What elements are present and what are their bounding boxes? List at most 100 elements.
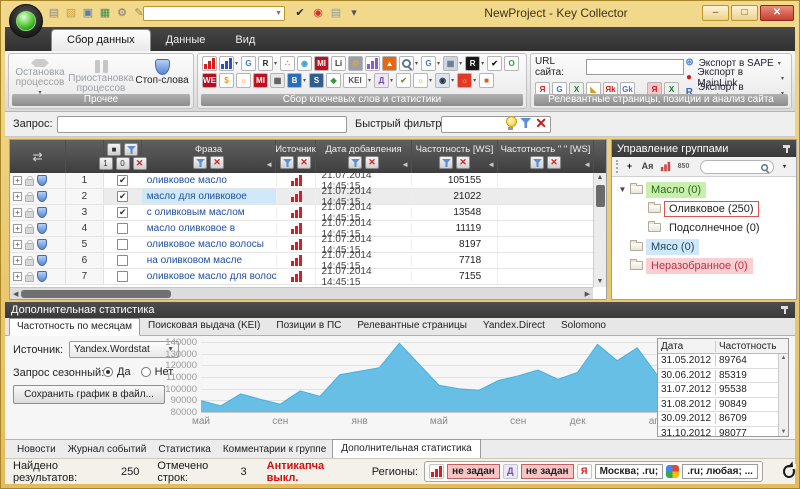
kei-icon[interactable]: KEI [343, 73, 367, 88]
tree-item[interactable]: Неразобранное (0) [612, 256, 796, 275]
rambler-icon[interactable]: R [258, 56, 273, 71]
row-checkbox[interactable] [117, 271, 128, 282]
freq-quoted-filter-clear-icon[interactable]: ✕ [547, 156, 561, 169]
tree-expand-icon[interactable]: ▼ [618, 185, 627, 194]
shield-icon[interactable] [37, 223, 47, 234]
direct-icon[interactable]: Д [374, 73, 389, 88]
notes-icon[interactable]: ▤ [329, 6, 343, 20]
search-icon-caret[interactable]: ▾ [415, 60, 418, 67]
webmaster-icon-caret[interactable]: ▾ [459, 60, 462, 67]
bottom-tabs-tab-3[interactable]: Статистика [152, 442, 217, 458]
quick-command-combo[interactable]: ▼ [143, 6, 285, 21]
stats-tabs-tab-2[interactable]: Поисковая выдача (KEI) [140, 317, 268, 335]
wordstat-depth-bars-icon-caret[interactable]: ▾ [235, 60, 238, 67]
direct-icon-caret[interactable]: ▾ [390, 77, 393, 84]
table-row[interactable]: 31.05.201289764 [658, 354, 788, 369]
region-wordstat-value[interactable]: не задан [447, 464, 500, 479]
more-commands-icon[interactable]: ▾ [347, 6, 361, 20]
table-scrollbar[interactable]: ▲▼ [778, 354, 788, 436]
rambler-dark-icon-caret[interactable]: ▾ [481, 60, 484, 67]
drag-handle[interactable] [616, 160, 619, 173]
pin-icon[interactable] [783, 144, 791, 154]
shield-icon[interactable] [37, 191, 47, 202]
begun-icon[interactable]: B [287, 73, 302, 88]
scroll-right-icon[interactable]: ▶ [585, 290, 590, 298]
add-group-icon[interactable]: + [622, 159, 637, 174]
scroll-down-icon[interactable]: ▼ [597, 277, 604, 287]
dock-column-icon[interactable]: ◄ [583, 160, 591, 169]
save-icon[interactable]: ▣ [81, 6, 95, 20]
hscroll-thumb[interactable] [21, 290, 171, 298]
maximize-button[interactable]: □ [731, 5, 758, 21]
table-row[interactable]: +3✔с оливковым маслом21.07.2014 14:45:15… [10, 205, 593, 221]
settings-gear-icon[interactable]: ⚙ [115, 6, 129, 20]
tree-item[interactable]: Оливковое (250) [612, 199, 796, 218]
stats-tabs-tab-4[interactable]: Релевантные страницы [349, 317, 475, 335]
ribbon-tabs-tab-1[interactable]: Сбор данных [51, 29, 151, 51]
bird-icon[interactable]: ◉ [297, 56, 312, 71]
lock-icon[interactable] [25, 211, 34, 218]
shield-icon[interactable] [37, 255, 47, 266]
seasonal-no-radio[interactable] [141, 367, 151, 377]
leaf-icon[interactable]: ✔ [396, 73, 411, 88]
wordstat-depth-bars-icon[interactable] [219, 56, 234, 71]
save-chart-button[interactable]: Сохранить график в файл... [13, 385, 165, 404]
phrase-cell[interactable]: на оливковом масле [142, 255, 276, 266]
phrase-cell[interactable]: масло оливковое в [142, 223, 276, 234]
fire-icon[interactable]: ☼ [457, 73, 472, 88]
dock-column-icon[interactable]: ◄ [265, 160, 273, 169]
dock-column-icon[interactable]: ◄ [401, 160, 409, 169]
hand-icon[interactable]: ☼ [236, 73, 251, 88]
bottom-tabs-tab-1[interactable]: Новости [11, 442, 62, 458]
phrase-cell[interactable]: оливковое масло [142, 175, 276, 186]
stats-tabs-tab-6[interactable]: Solomono [553, 317, 614, 335]
alarm-icon[interactable]: ◉ [311, 6, 325, 20]
row-checkbox[interactable] [117, 239, 128, 250]
phrase-cell[interactable]: оливковое масло для волос [142, 271, 276, 282]
webeffector-icon[interactable]: WE [202, 73, 217, 88]
table-row[interactable]: 30.06.201285319 [658, 369, 788, 384]
pin-icon[interactable] [781, 305, 789, 315]
stats-tabs-tab-5[interactable]: Yandex.Direct [475, 317, 553, 335]
date-column-header[interactable]: Дата добавления ✕ ◄ [316, 140, 412, 173]
lock-icon[interactable] [25, 275, 34, 282]
new-file-icon[interactable]: ▤ [47, 6, 61, 20]
expand-row-icon[interactable]: + [13, 192, 22, 201]
phrase-filter-clear-icon[interactable]: ✕ [210, 156, 224, 169]
scroll-thumb[interactable] [596, 185, 605, 207]
grid-horizontal-scrollbar[interactable]: ◀ ▶ [10, 287, 593, 299]
lock-icon[interactable] [25, 227, 34, 234]
group-search-input[interactable] [700, 160, 774, 174]
date-filter-icon[interactable] [348, 156, 362, 169]
stop-processes-button[interactable]: Остановка процессов▾ [13, 56, 67, 98]
row-checkbox[interactable]: ✔ [117, 207, 128, 218]
select-off-button[interactable]: 0 [116, 157, 130, 170]
liveinternet-icon[interactable]: Li [331, 56, 346, 71]
table-row[interactable]: 30.09.201286709 [658, 412, 788, 427]
bottom-tabs-tab-2[interactable]: Журнал событий [62, 442, 153, 458]
apply-filter-icon[interactable] [520, 118, 531, 128]
clear-filter-icon[interactable]: ✕ [535, 116, 547, 130]
seasonal-yes-radio[interactable] [103, 367, 113, 377]
mail-icon[interactable]: MI [314, 56, 329, 71]
export-excel-icon[interactable]: ▦ [98, 6, 112, 20]
box-icon[interactable]: ■ [479, 73, 494, 88]
rambler-dark-icon[interactable]: R [465, 56, 480, 71]
odnoklassniki-icon[interactable]: O [504, 56, 519, 71]
lock-icon[interactable] [25, 259, 34, 266]
tree-item[interactable]: Мясо (0) [612, 237, 796, 256]
table-row[interactable]: +5оливковое масло волосы21.07.2014 14:45… [10, 237, 593, 253]
site-url-input[interactable] [586, 59, 684, 75]
solomono-icon[interactable]: S [309, 73, 324, 88]
source-filter-clear-icon[interactable]: ✕ [297, 156, 311, 169]
table-row[interactable]: 31.08.201290849 [658, 398, 788, 413]
counter-icon[interactable]: 850 [676, 159, 691, 174]
grid-vertical-scrollbar[interactable]: ▲ ▼ [593, 173, 606, 287]
row-checkbox[interactable]: ✔ [117, 191, 128, 202]
table-row[interactable]: +1✔оливковое масло21.07.2014 14:45:15105… [10, 173, 593, 189]
google-positions-icon[interactable]: G [421, 56, 436, 71]
shield-icon[interactable] [37, 239, 47, 250]
freq-filter-icon[interactable] [439, 156, 453, 169]
like-icon[interactable]: ✔ [487, 56, 502, 71]
open-folder-icon[interactable]: ▨ [64, 6, 78, 20]
